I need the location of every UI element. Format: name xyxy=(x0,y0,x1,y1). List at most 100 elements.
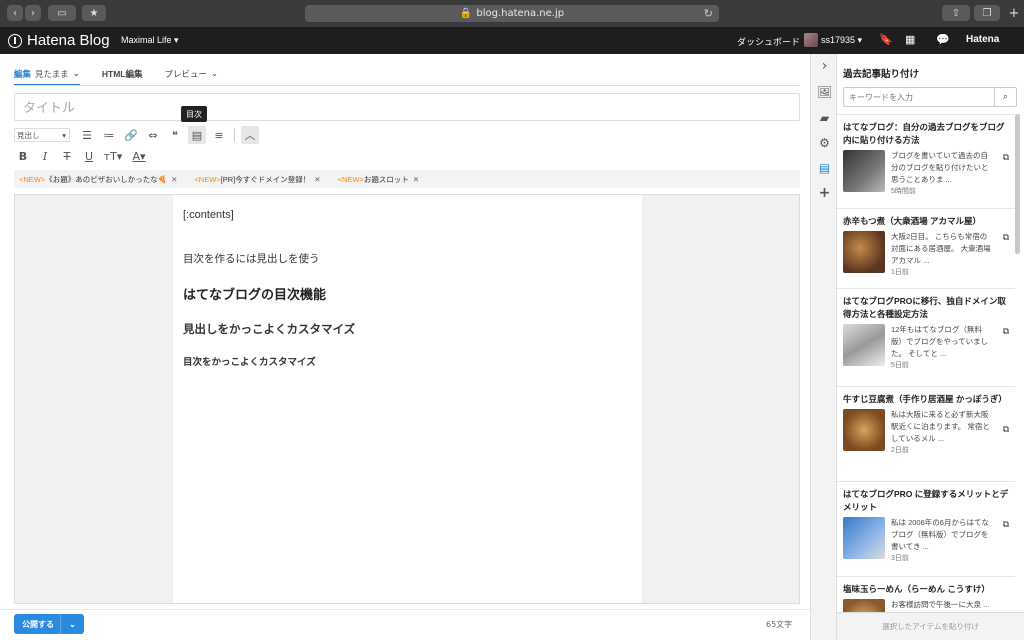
toc-tooltip: 目次 xyxy=(181,106,207,122)
publish-button[interactable]: 公開する ⌄ xyxy=(14,614,84,634)
list-item[interactable]: 牛すじ豆腐煮（手作り居酒屋 かっぽうぎ） 私は大阪に来ると必ず新大阪駅近くに泊ま… xyxy=(837,387,1015,482)
keyword-item[interactable]: <NEW> 《お題》あのピザおいしかったな🍕 ✕ xyxy=(19,174,177,185)
panel-scrollbar[interactable] xyxy=(1015,114,1020,254)
article-thumbnail xyxy=(843,517,885,559)
external-link-icon[interactable]: ⧉ xyxy=(1003,233,1009,243)
hatena-brand[interactable]: Hatena xyxy=(966,34,999,45)
list-item[interactable]: はてなブログPROに移行、独自ドメイン取得方法と各種設定方法 12年もはてなブロ… xyxy=(837,289,1015,387)
article-thumbnail xyxy=(843,324,885,366)
keyword-item[interactable]: <NEW> お題スロット ✕ xyxy=(338,174,420,185)
article-thumbnail xyxy=(843,150,885,192)
past-articles-panel: 過去記事貼り付け ⌕ はてなブログ：自分の過去ブログをブログ内に貼り付ける方法 … xyxy=(837,54,1024,640)
url-text: blog.hatena.ne.jp xyxy=(476,8,565,19)
external-link-icon[interactable]: ⧉ xyxy=(1003,520,1009,530)
title-input[interactable] xyxy=(14,93,800,121)
tab-preview[interactable]: プレビュー ⌄ xyxy=(165,62,219,86)
external-link-icon[interactable]: ⧉ xyxy=(1003,327,1009,337)
heading-select[interactable]: 見出し ▾ xyxy=(14,128,70,142)
keyword-search-input[interactable] xyxy=(844,88,994,106)
search-icon[interactable]: ⌕ xyxy=(994,88,1016,106)
quote-icon[interactable]: ❝ xyxy=(166,126,184,144)
chevron-down-icon: ⌄ xyxy=(211,68,219,78)
forward-button[interactable]: › xyxy=(25,5,41,21)
hatena-header: Hatena Blog Maximal Life ▾ ダッシュボード ss179… xyxy=(0,27,1024,54)
user-menu[interactable]: ss17935 ▾ xyxy=(821,35,862,46)
caret-icon: ▾ xyxy=(62,130,66,140)
format-toolbar-1: 見出し ▾ ☰ ≔ 🔗 ⇔ ❝ ▤ ≡ ︿ xyxy=(14,126,259,144)
article-thumbnail xyxy=(843,409,885,451)
strikethrough-icon[interactable]: T xyxy=(58,147,76,165)
dashboard-link[interactable]: ダッシュボード xyxy=(737,35,800,48)
external-link-icon[interactable]: ⧉ xyxy=(1003,153,1009,163)
tab-html-edit[interactable]: HTML編集 xyxy=(102,62,143,86)
share-icon[interactable]: ⇧ xyxy=(942,5,970,21)
panel-search: ⌕ xyxy=(843,87,1017,107)
text-color-icon[interactable]: A▾ xyxy=(128,147,150,165)
article-thumbnail xyxy=(843,231,885,273)
heading-h3[interactable]: はてなブログの目次機能 xyxy=(183,284,632,303)
sidebar-icon-column: › 🖼 ▰ ⚙ ▤ + xyxy=(810,54,837,640)
editor-paper[interactable]: [:contents] 目次を作るには見出しを使う はてなブログの目次機能 見出… xyxy=(173,195,642,603)
apps-grid-icon[interactable]: ▦ xyxy=(905,33,915,46)
text-size-icon[interactable]: тT▾ xyxy=(102,147,124,165)
char-count: 65文字 xyxy=(766,620,793,629)
document-icon[interactable]: ▤ xyxy=(817,160,832,175)
avatar[interactable] xyxy=(804,33,818,47)
close-icon[interactable]: ✕ xyxy=(314,175,320,184)
chevron-down-icon[interactable]: ⌄ xyxy=(60,614,84,634)
close-icon[interactable]: ✕ xyxy=(413,175,419,184)
logo-icon xyxy=(8,33,22,48)
tabs-divider xyxy=(14,85,800,86)
back-button[interactable]: ‹ xyxy=(7,5,23,21)
editor-tabs: 編集 見たまま ⌄ HTML編集 プレビュー ⌄ xyxy=(14,62,218,86)
bottom-bar: 公開する ⌄ 65文字 xyxy=(0,609,810,640)
keyword-bar: <NEW> 《お題》あのピザおいしかったな🍕 ✕ <NEW> [PR]今すぐドメ… xyxy=(14,170,800,188)
heading-h4[interactable]: 見出しをかっこよくカスタマイズ xyxy=(183,321,632,337)
toc-tag[interactable]: [:contents] xyxy=(183,209,632,221)
numbered-list-icon[interactable]: ≔ xyxy=(100,126,118,144)
blog-switcher[interactable]: Maximal Life ▾ xyxy=(121,35,179,46)
collapse-toolbar-icon[interactable]: ︿ xyxy=(241,126,259,144)
editor: 編集 見たまま ⌄ HTML編集 プレビュー ⌄ 目次 見出し▾ ☰ ≔ 🔗 ⇔… xyxy=(0,54,810,640)
hatena-blog-logo[interactable]: Hatena Blog xyxy=(8,32,110,49)
panel-title: 過去記事貼り付け xyxy=(843,69,920,80)
article-list: はてなブログ：自分の過去ブログをブログ内に貼り付ける方法 ブログを書いていて過去… xyxy=(837,114,1015,614)
external-link-icon[interactable]: ⧉ xyxy=(1003,425,1009,435)
new-tab-icon[interactable]: + xyxy=(1006,5,1022,21)
reload-icon[interactable]: ↻ xyxy=(704,7,713,20)
sidebar-toggle-icon[interactable]: ▭ xyxy=(48,5,76,21)
paste-selected-button[interactable]: 選択したアイテムを貼り付け xyxy=(837,612,1024,640)
link-icon[interactable]: 🔗 xyxy=(122,126,140,144)
bookmarks-icon[interactable]: ★ xyxy=(82,5,106,21)
close-icon[interactable]: ✕ xyxy=(171,175,177,184)
tabs-overview-icon[interactable]: ❐ xyxy=(974,5,1000,21)
content-editor[interactable]: [:contents] 目次を作るには見出しを使う はてなブログの目次機能 見出… xyxy=(14,194,800,604)
paragraph[interactable]: 目次を作るには見出しを使う xyxy=(183,251,632,266)
footnote-icon[interactable]: ≡ xyxy=(210,126,228,144)
chevron-right-icon[interactable]: › xyxy=(817,58,832,74)
format-toolbar-2: B I T U тT▾ A▾ xyxy=(14,147,150,165)
tab-edit[interactable]: 編集 見たまま ⌄ xyxy=(14,62,80,86)
comment-icon[interactable]: 💬 xyxy=(936,33,950,46)
keyword-item[interactable]: <NEW> [PR]今すぐドメイン登録！ ✕ xyxy=(194,174,320,185)
more-icon[interactable]: ⇔ xyxy=(144,126,162,144)
gear-icon[interactable]: ⚙ xyxy=(817,135,832,150)
bookmark-icon[interactable]: 🔖 xyxy=(879,33,893,46)
underline-icon[interactable]: U xyxy=(80,147,98,165)
plus-icon[interactable]: + xyxy=(817,185,832,201)
bold-icon[interactable]: B xyxy=(14,147,32,165)
heading-h5[interactable]: 目次をかっこよくカスタマイズ xyxy=(183,354,632,368)
folder-icon[interactable]: ▰ xyxy=(817,110,832,125)
list-item[interactable]: 赤辛もつ煮（大衆酒場 アカマル屋） 大阪2日目。 こちらも常宿の対面にある居酒屋… xyxy=(837,209,1015,289)
italic-icon[interactable]: I xyxy=(36,147,54,165)
bullet-list-icon[interactable]: ☰ xyxy=(78,126,96,144)
toc-icon[interactable]: ▤ xyxy=(188,126,206,144)
list-item[interactable]: はてなブログ：自分の過去ブログをブログ内に貼り付ける方法 ブログを書いていて過去… xyxy=(837,115,1015,209)
toolbar-divider xyxy=(234,128,235,142)
chevron-down-icon: ⌄ xyxy=(72,68,80,78)
address-bar[interactable]: 🔒 blog.hatena.ne.jp ↻ xyxy=(305,5,719,22)
list-item[interactable]: はてなブログPRO に登録するメリットとデメリット 私は 2006年の6月からは… xyxy=(837,482,1015,577)
browser-toolbar: ‹ › ▭ ★ 🔒 blog.hatena.ne.jp ↻ ⇧ ❐ + xyxy=(0,0,1024,27)
list-item[interactable]: 塩味玉らーめん（らーめん こうすけ） お客様訪問で午後一に大泉 ... xyxy=(837,577,1015,614)
photo-icon[interactable]: 🖼 xyxy=(817,84,832,99)
